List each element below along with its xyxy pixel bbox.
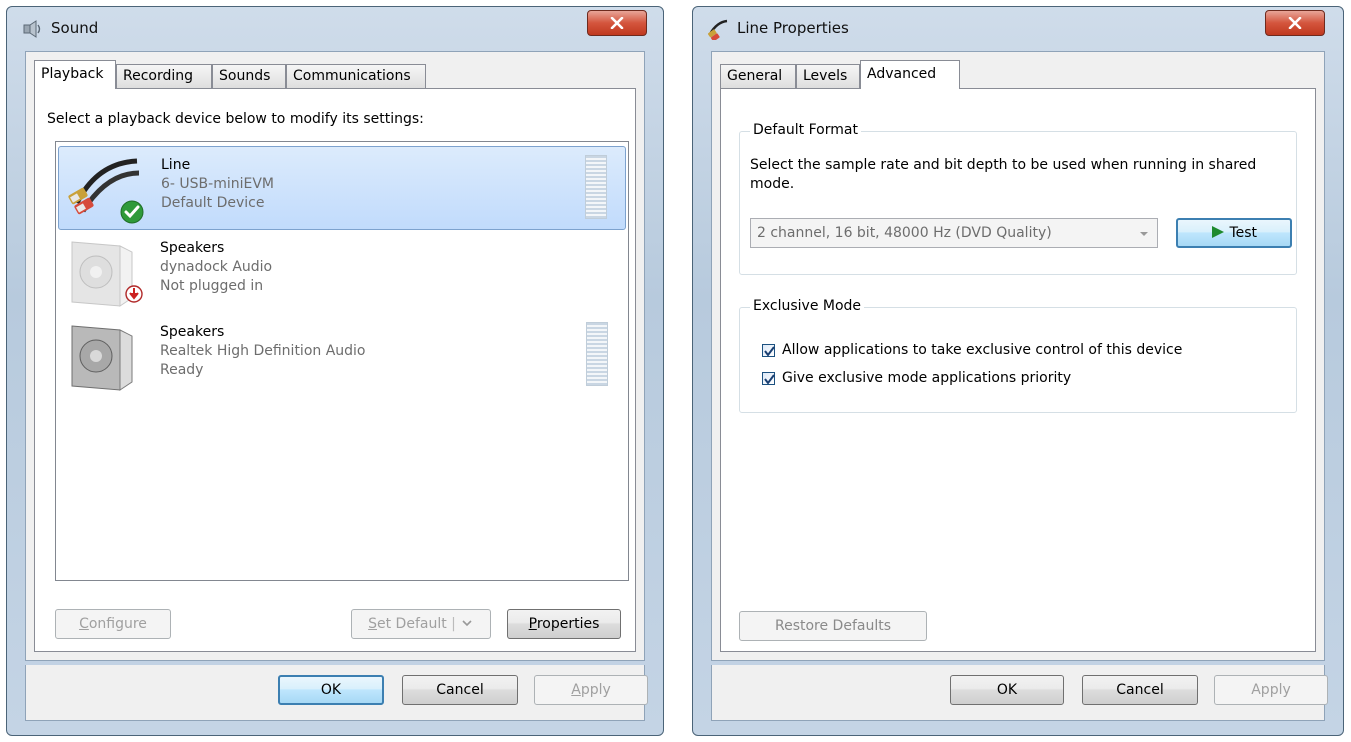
dialog-button-bar: OK Cancel Apply [711,665,1328,721]
restore-defaults-button[interactable]: Restore Defaults [739,611,927,641]
configure-button[interactable]: Configure [55,609,171,639]
sound-window: Sound Playback Recording Sounds Communic… [6,6,664,736]
tab-sounds[interactable]: Sounds [212,64,286,88]
list-item[interactable]: Speakers Realtek High Definition Audio R… [58,314,626,398]
playback-page: Select a playback device below to modify… [34,88,636,652]
exclusive-priority-label: Give exclusive mode applications priorit… [782,370,1072,386]
window-title: Sound [51,19,99,37]
chevron-down-icon [462,620,472,627]
unplugged-arrow-icon [125,285,143,303]
set-default-button[interactable]: Set Default | [351,609,491,639]
sound-client-area: Playback Recording Sounds Communications… [25,51,645,661]
device-status: Ready [160,362,204,378]
line-properties-window: Line Properties General Levels Advanced … [692,6,1344,736]
line-cable-icon [707,18,729,42]
selected-format: 2 channel, 16 bit, 48000 Hz (DVD Quality… [757,225,1052,241]
test-button[interactable]: Test [1176,218,1292,248]
close-button[interactable] [587,10,647,36]
sound-speaker-icon [21,18,43,40]
play-icon [1211,226,1224,238]
device-name: Speakers [160,240,225,256]
list-item[interactable]: Speakers dynadock Audio Not plugged in [58,230,626,314]
apply-button[interactable]: Apply [1214,675,1328,705]
exclusive-control-checkbox[interactable] [762,344,775,357]
tab-communications[interactable]: Communications [286,64,426,88]
advanced-page: Default Format Select the sample rate an… [720,88,1316,652]
close-icon [610,17,624,29]
line-properties-titlebar[interactable]: Line Properties [693,7,1343,51]
line-properties-client-area: General Levels Advanced Default Format S… [711,51,1325,661]
volume-meter [586,322,608,386]
format-description: Select the sample rate and bit depth to … [750,157,1257,192]
device-detail: dynadock Audio [160,259,273,275]
speaker-icon [66,320,146,392]
device-status: Default Device [161,195,265,211]
instruction-text: Select a playback device below to modify… [47,111,424,127]
device-detail: 6- USB-miniEVM [161,176,274,192]
default-format-group: Default Format Select the sample rate an… [739,122,1297,275]
group-title: Default Format [750,122,861,138]
exclusive-mode-group: Exclusive Mode Allow applications to tak… [739,298,1297,413]
cancel-button[interactable]: Cancel [402,675,518,705]
default-check-icon [120,200,144,224]
tab-playback[interactable]: Playback [34,60,116,89]
device-detail: Realtek High Definition Audio [160,343,366,359]
group-title: Exclusive Mode [750,298,865,314]
sample-format-select[interactable]: 2 channel, 16 bit, 48000 Hz (DVD Quality… [750,218,1158,248]
tab-recording[interactable]: Recording [116,64,212,88]
device-status: Not plugged in [160,278,264,294]
device-name: Speakers [160,324,225,340]
exclusive-control-label: Allow applications to take exclusive con… [782,342,1183,358]
tab-general[interactable]: General [720,64,796,88]
list-item[interactable]: Line 6- USB-miniEVM Default Device [58,146,626,230]
close-icon [1288,17,1302,29]
ok-button[interactable]: OK [278,675,384,705]
sound-titlebar[interactable]: Sound [7,7,663,51]
device-name: Line [161,157,191,173]
device-list[interactable]: Line 6- USB-miniEVM Default Device Speak… [55,141,629,581]
checkmark-icon [764,374,775,385]
exclusive-priority-checkbox[interactable] [762,372,775,385]
close-button[interactable] [1265,10,1325,36]
volume-meter [585,155,607,219]
properties-button[interactable]: Properties [507,609,621,639]
cancel-button[interactable]: Cancel [1082,675,1198,705]
tab-advanced[interactable]: Advanced [860,60,960,89]
chevron-down-icon [1140,232,1148,236]
checkmark-icon [764,346,775,357]
window-title: Line Properties [737,19,849,37]
dialog-button-bar: OK Cancel Apply [25,665,648,721]
apply-button[interactable]: Apply [534,675,648,705]
tab-levels[interactable]: Levels [796,64,860,88]
ok-button[interactable]: OK [950,675,1064,705]
